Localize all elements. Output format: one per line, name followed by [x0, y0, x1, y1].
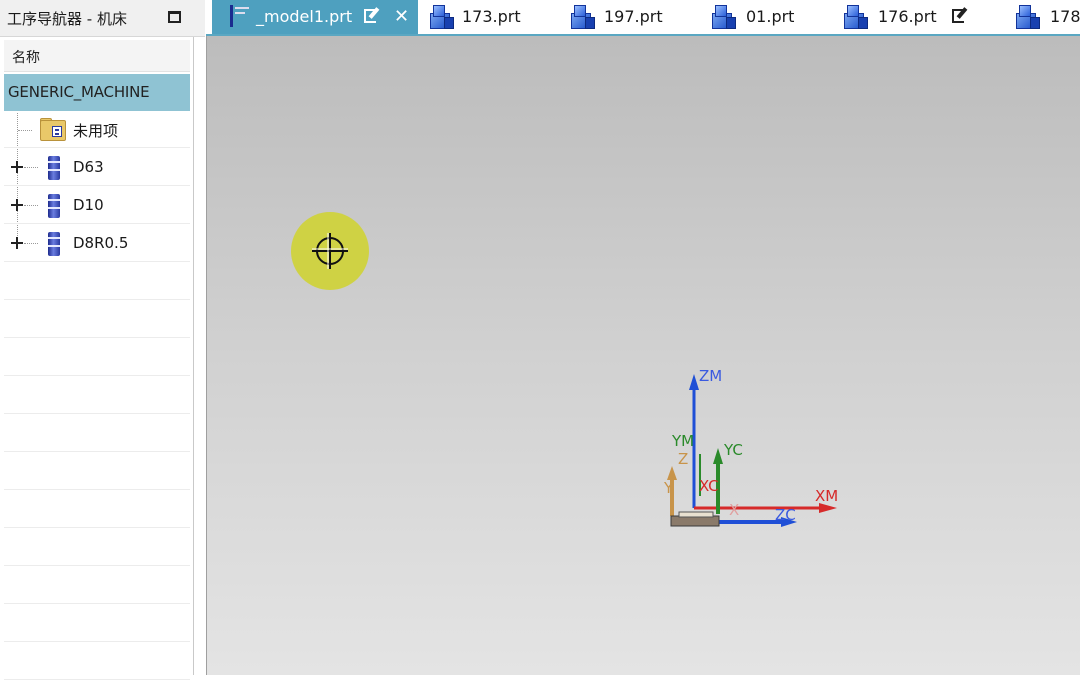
- expand-plus-icon[interactable]: [11, 237, 23, 249]
- tree-root-label: GENERIC_MACHINE: [8, 83, 150, 101]
- empty-row: [4, 642, 190, 680]
- label-x: X: [729, 501, 739, 519]
- machine-base-block-top: [678, 511, 714, 518]
- graphics-viewport[interactable]: ZM YM YC XM ZC Z XC X Y: [206, 36, 1080, 675]
- tree-item-label: D63: [73, 158, 104, 176]
- tree-item-unused[interactable]: 未用项: [4, 111, 190, 148]
- tree-connector: [24, 205, 38, 206]
- tab-label: 178: [1050, 7, 1080, 26]
- tab-176-prt[interactable]: 176.prt: [842, 0, 992, 34]
- coordinate-triad: ZM YM YC XM ZC Z XC X Y: [663, 367, 838, 527]
- label-y: Y: [663, 479, 674, 497]
- empty-row: [4, 528, 190, 566]
- navigator-title: 工序导航器 - 机床: [7, 10, 127, 28]
- close-tab-icon[interactable]: ✕: [394, 6, 409, 27]
- maximize-icon[interactable]: [168, 11, 181, 23]
- empty-row: [4, 604, 190, 642]
- empty-row: [4, 262, 190, 300]
- navigator-title-bar: 工序导航器 - 机床: [0, 0, 205, 37]
- label-ym: YM: [671, 432, 694, 450]
- label-z: Z: [678, 450, 688, 468]
- tab-173-prt[interactable]: 173.prt: [424, 0, 554, 34]
- tree-item-label: 未用项: [73, 122, 119, 140]
- label-zm: ZM: [699, 367, 722, 385]
- tab-label: 197.prt: [604, 7, 663, 26]
- label-xm: XM: [815, 487, 838, 505]
- empty-row: [4, 338, 190, 376]
- tab-model1-prt[interactable]: _model1.prt ✕: [212, 0, 418, 34]
- y-arrowhead-orange: [667, 466, 677, 480]
- part-file-icon: [842, 4, 868, 29]
- tab-label: 173.prt: [462, 7, 521, 26]
- cam-model-icon: [226, 3, 250, 29]
- yc-arrowhead: [713, 448, 723, 464]
- empty-row: [4, 376, 190, 414]
- part-file-icon: [1014, 4, 1040, 29]
- unused-items-folder-icon: [40, 118, 66, 141]
- tab-label: 01.prt: [746, 7, 795, 26]
- empty-row: [4, 490, 190, 528]
- modified-edit-icon: [364, 9, 376, 23]
- milling-tool-icon: [48, 156, 60, 180]
- tree-connector: [24, 243, 38, 244]
- tree-connector: [24, 167, 38, 168]
- zm-arrowhead: [689, 374, 699, 390]
- expand-plus-icon[interactable]: [11, 199, 23, 211]
- column-header-label: 名称: [12, 50, 40, 66]
- part-file-icon: [710, 4, 736, 29]
- milling-tool-icon: [48, 194, 60, 218]
- tab-01-prt[interactable]: 01.prt: [708, 0, 828, 34]
- tree-root-generic-machine[interactable]: GENERIC_MACHINE: [4, 74, 190, 111]
- tree-item-label: D10: [73, 196, 104, 214]
- tab-178[interactable]: 178: [1014, 0, 1080, 34]
- crosshair-cursor-icon: [312, 233, 348, 269]
- milling-tool-icon: [48, 232, 60, 256]
- column-header-name[interactable]: 名称: [4, 40, 190, 72]
- tree-item-label: D8R0.5: [73, 234, 129, 252]
- tree-item-d63[interactable]: D63: [4, 149, 190, 186]
- part-file-icon: [428, 4, 454, 29]
- tree-connector: [18, 130, 32, 131]
- tree-item-d8r05[interactable]: D8R0.5: [4, 225, 190, 262]
- tab-197-prt[interactable]: 197.prt: [566, 0, 696, 34]
- operation-navigator-panel: 工序导航器 - 机床 名称 GENERIC_MACHINE 未用项 D63 D1…: [0, 0, 205, 680]
- label-yc: YC: [723, 441, 743, 459]
- empty-row: [4, 566, 190, 604]
- part-file-icon: [569, 4, 595, 29]
- empty-row: [4, 414, 190, 452]
- expand-plus-icon[interactable]: [11, 161, 23, 173]
- empty-row: [4, 452, 190, 490]
- label-xc: XC: [699, 477, 719, 495]
- tab-label: _model1.prt: [256, 7, 353, 26]
- modified-edit-icon: [952, 9, 964, 23]
- label-zc: ZC: [775, 506, 796, 524]
- tree-item-d10[interactable]: D10: [4, 187, 190, 224]
- empty-row: [4, 300, 190, 338]
- document-tab-bar: _model1.prt ✕ 173.prt 197.prt 01.prt 176…: [206, 0, 1080, 36]
- tab-label: 176.prt: [878, 7, 937, 26]
